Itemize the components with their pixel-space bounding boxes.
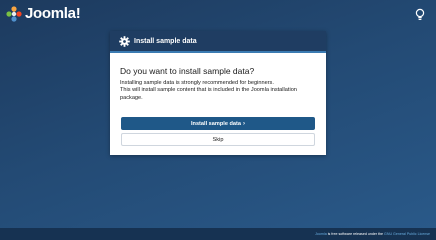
joomla-logo-icon	[6, 6, 22, 22]
lightbulb-icon[interactable]	[415, 8, 425, 22]
gear-icon	[119, 35, 130, 47]
dialog-body: Do you want to install sample data? Inst…	[110, 53, 326, 102]
install-button-label: Install sample data	[190, 120, 242, 127]
description-line: This will install sample content that is…	[120, 87, 297, 101]
dialog-question: Do you want to install sample data?	[120, 66, 255, 76]
install-sample-data-button[interactable]: Install sample data ›	[121, 117, 315, 130]
joomla-logo[interactable]: Joomla!	[6, 5, 81, 22]
joomla-logo-text: Joomla!	[25, 5, 81, 22]
joomla-link[interactable]: Joomla	[315, 232, 327, 236]
dialog-header: Install sample data	[110, 31, 326, 53]
gpl-license-link[interactable]: GNU General Public License	[384, 232, 430, 236]
skip-button[interactable]: Skip	[121, 133, 315, 146]
dialog-description: Installing sample data is strongly recom…	[120, 80, 316, 102]
top-bar: Joomla!	[0, 0, 436, 30]
chevron-right-icon: ›	[243, 120, 246, 127]
dialog-title: Install sample data	[134, 37, 197, 45]
description-line: Installing sample data is strongly recom…	[120, 80, 274, 86]
skip-button-label: Skip	[212, 136, 224, 143]
footer: Joomla is free software released under t…	[0, 228, 436, 240]
install-sample-data-dialog: Install sample data Do you want to insta…	[110, 31, 326, 155]
footer-text: is free software released under the	[327, 232, 384, 236]
